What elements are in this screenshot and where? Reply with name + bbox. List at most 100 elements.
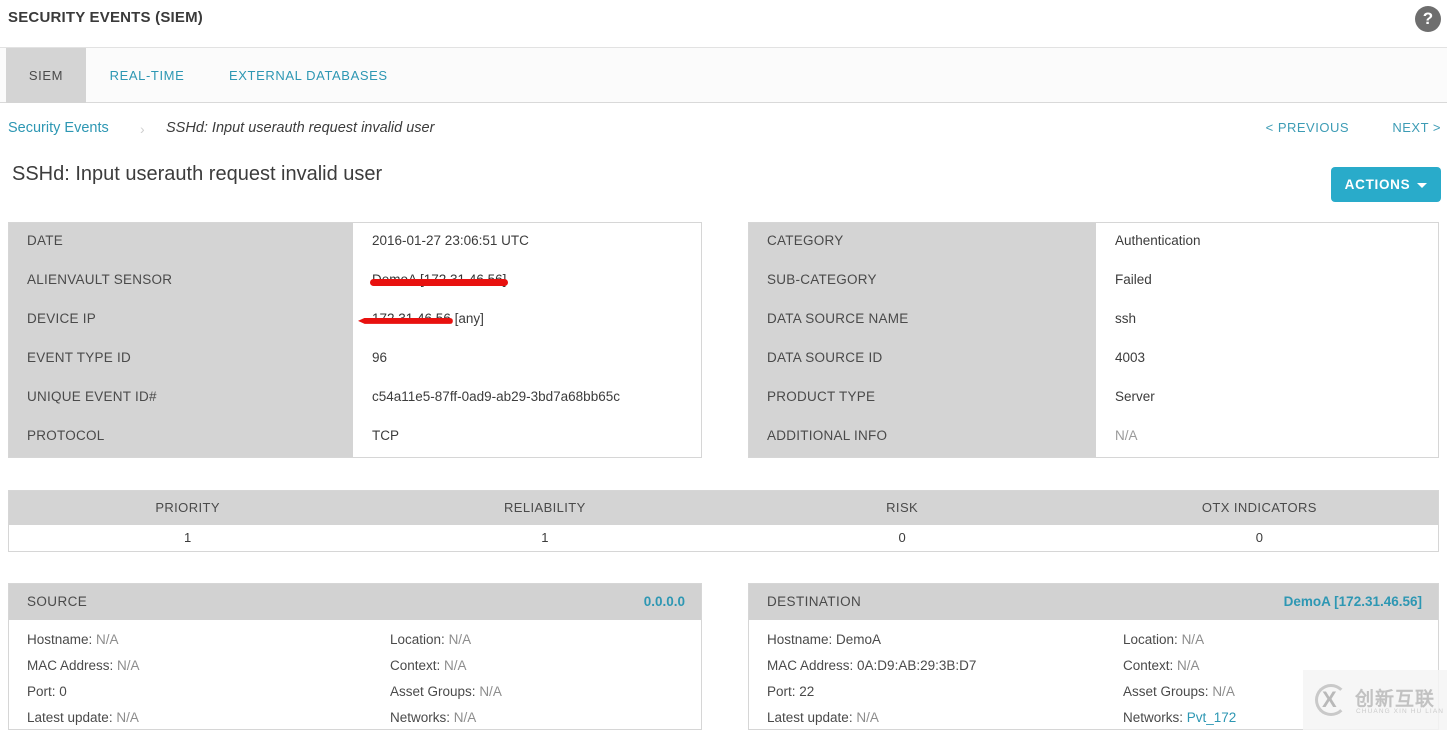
breadcrumb-separator-icon: ›	[140, 121, 145, 137]
item-value: N/A	[1212, 684, 1235, 699]
item-label: Asset Groups:	[1123, 684, 1209, 699]
list-item: Location: N/A	[1123, 632, 1204, 647]
item-label: Hostname:	[27, 632, 93, 647]
event-details-left-panel: DATE 2016-01-27 23:06:51 UTC ALIENVAULT …	[8, 222, 702, 458]
metrics-header-reliability: RELIABILITY	[504, 500, 586, 515]
next-link[interactable]: NEXT >	[1392, 120, 1441, 135]
detail-value: c54a11e5-87ff-0ad9-ab29-3bd7a68bb65c	[372, 389, 620, 404]
redacted-device-ip-value: 172.31.46.56	[372, 311, 451, 326]
metrics-value-row: 1 1 0 0	[9, 525, 1438, 551]
list-item: Asset Groups: N/A	[1123, 684, 1235, 699]
detail-row: ADDITIONAL INFO N/A	[749, 418, 1438, 457]
redacted-sensor-value: DemoA [172.31.46.56]	[369, 272, 509, 287]
detail-label: ADDITIONAL INFO	[767, 428, 888, 443]
item-label: Asset Groups:	[390, 684, 476, 699]
item-value: N/A	[448, 632, 472, 647]
item-label: Port:	[767, 684, 796, 699]
breadcrumb-root-link[interactable]: Security Events	[8, 120, 109, 136]
item-label: MAC Address:	[767, 658, 854, 673]
detail-value: Failed	[1115, 272, 1152, 287]
metrics-value-otx-indicators: 0	[1255, 530, 1263, 545]
actions-button[interactable]: ACTIONS	[1331, 167, 1441, 202]
detail-row: CATEGORY Authentication	[749, 223, 1438, 262]
detail-value: 96	[372, 350, 388, 365]
source-panel: SOURCE 0.0.0.0 Hostname: N/A MAC Address…	[8, 583, 702, 730]
detail-row: PRODUCT TYPE Server	[749, 379, 1438, 418]
detail-value: Server	[1115, 389, 1155, 404]
detail-value: ssh	[1115, 311, 1137, 326]
destination-address-link[interactable]: DemoA [172.31.46.56]	[1284, 594, 1422, 609]
item-value: N/A	[117, 658, 140, 673]
metrics-header-priority: PRIORITY	[155, 500, 220, 515]
event-metrics-table: PRIORITY RELIABILITY RISK OTX INDICATORS…	[8, 490, 1439, 552]
page-app-title: SECURITY EVENTS (SIEM)	[8, 9, 203, 26]
caret-down-icon	[1417, 182, 1428, 188]
item-value: N/A	[1181, 632, 1205, 647]
item-value: N/A	[856, 710, 879, 725]
detail-row: UNIQUE EVENT ID# c54a11e5-87ff-0ad9-ab29…	[9, 379, 701, 418]
item-value: DemoA	[836, 632, 882, 647]
detail-label: PROTOCOL	[27, 428, 105, 443]
item-label: Location:	[1123, 632, 1178, 647]
detail-value: 2016-01-27 23:06:51 UTC	[372, 233, 529, 248]
detail-value: TCP	[372, 428, 399, 443]
list-item: Latest update: N/A	[27, 710, 139, 725]
detail-label: DATA SOURCE ID	[767, 350, 883, 365]
event-details-right-panel: CATEGORY Authentication SUB-CATEGORY Fai…	[748, 222, 1439, 458]
item-value: N/A	[116, 710, 139, 725]
metrics-value-risk: 0	[898, 530, 906, 545]
item-label: Hostname:	[767, 632, 833, 647]
detail-row: DATA SOURCE NAME ssh	[749, 301, 1438, 340]
tab-external-databases[interactable]: EXTERNAL DATABASES	[229, 48, 387, 103]
detail-label: PRODUCT TYPE	[767, 389, 876, 404]
tab-bar: SIEM REAL-TIME EXTERNAL DATABASES	[0, 47, 1447, 103]
tab-siem[interactable]: SIEM	[6, 48, 86, 103]
item-value: N/A	[96, 632, 119, 647]
detail-label: ALIENVAULT SENSOR	[27, 272, 173, 287]
destination-panel-title: DESTINATION	[767, 594, 862, 609]
networks-link[interactable]: Pvt_172	[1187, 710, 1237, 725]
help-icon[interactable]: ?	[1415, 6, 1441, 32]
list-item: Networks: N/A	[390, 710, 476, 725]
destination-panel-body: Hostname: DemoA MAC Address: 0A:D9:AB:29…	[749, 620, 1438, 729]
metrics-value-reliability: 1	[541, 530, 549, 545]
item-label: Location:	[390, 632, 445, 647]
siem-event-detail-page: SECURITY EVENTS (SIEM) ? SIEM REAL-TIME …	[0, 0, 1447, 730]
device-ip-suffix: [any]	[450, 311, 484, 326]
item-label: Context:	[1123, 658, 1174, 673]
breadcrumb-current: SSHd: Input userauth request invalid use…	[166, 120, 435, 136]
item-value: N/A	[444, 658, 467, 673]
item-label: Networks:	[390, 710, 451, 725]
detail-row: SUB-CATEGORY Failed	[749, 262, 1438, 301]
item-value: N/A	[453, 710, 477, 725]
tab-real-time[interactable]: REAL-TIME	[102, 48, 192, 103]
metrics-header-risk: RISK	[886, 500, 919, 515]
item-label: Latest update:	[767, 710, 853, 725]
detail-label: UNIQUE EVENT ID#	[27, 389, 157, 404]
source-address-link[interactable]: 0.0.0.0	[644, 594, 685, 609]
detail-value: Authentication	[1115, 233, 1201, 248]
app-header: SECURITY EVENTS (SIEM) ?	[0, 0, 1447, 40]
destination-panel-header: DESTINATION DemoA [172.31.46.56]	[749, 584, 1438, 620]
previous-link[interactable]: < PREVIOUS	[1266, 120, 1349, 135]
list-item: Context: N/A	[1123, 658, 1200, 673]
item-value: 22	[799, 684, 815, 699]
list-item: Asset Groups: N/A	[390, 684, 502, 699]
detail-row: ALIENVAULT SENSOR DemoA [172.31.46.56]	[9, 262, 701, 301]
item-label: Port:	[27, 684, 56, 699]
source-panel-title: SOURCE	[27, 594, 88, 609]
item-label: Networks:	[1123, 710, 1184, 725]
detail-label: DEVICE IP	[27, 311, 97, 326]
detail-label: EVENT TYPE ID	[27, 350, 132, 365]
page-title: SSHd: Input userauth request invalid use…	[12, 163, 383, 185]
detail-row: DATA SOURCE ID 4003	[749, 340, 1438, 379]
source-panel-header: SOURCE 0.0.0.0	[9, 584, 701, 620]
source-panel-body: Hostname: N/A MAC Address: N/A Port: 0 L…	[9, 620, 701, 729]
list-item: Port: 0	[27, 684, 67, 699]
item-value: N/A	[1177, 658, 1200, 673]
detail-label: CATEGORY	[767, 233, 844, 248]
list-item: Hostname: N/A	[27, 632, 119, 647]
detail-row: DEVICE IP 172.31.46.56 [any]	[9, 301, 701, 340]
detail-label: DATA SOURCE NAME	[767, 311, 909, 326]
list-item: MAC Address: 0A:D9:AB:29:3B:D7	[767, 658, 976, 673]
